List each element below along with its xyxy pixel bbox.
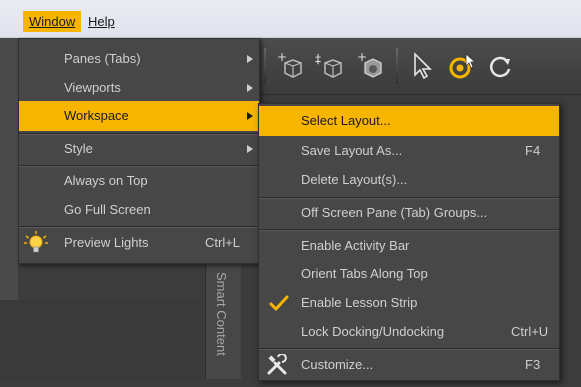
menu-help[interactable]: Help (82, 11, 121, 32)
menu-bar: Window Help (0, 0, 581, 38)
menu-item-orient-tabs-along-top[interactable]: Orient Tabs Along Top (259, 259, 559, 289)
menu-item-enable-lesson-strip[interactable]: Enable Lesson Strip (259, 288, 559, 318)
workspace-submenu: Select Layout... Save Layout As... F4 De… (258, 103, 560, 381)
menu-item-preview-lights[interactable]: Preview Lights Ctrl+L (19, 228, 259, 258)
menu-item-always-on-top[interactable]: Always on Top (19, 166, 259, 196)
menu-item-label: Go Full Screen (64, 202, 151, 217)
menu-item-label: Select Layout... (301, 113, 391, 128)
menu-window-label: Window (29, 14, 76, 29)
menu-window[interactable]: Window (23, 11, 82, 32)
rotate-tool-icon[interactable] (482, 48, 518, 84)
svg-text:+: + (357, 51, 367, 64)
menu-item-label: Orient Tabs Along Top (301, 266, 428, 281)
submenu-arrow-icon (247, 145, 253, 153)
menu-item-enable-activity-bar[interactable]: Enable Activity Bar (259, 231, 559, 261)
submenu-arrow-icon (247, 55, 253, 63)
menu-item-shortcut: F3 (525, 357, 541, 372)
menu-item-save-layout-as[interactable]: Save Layout As... F4 (259, 136, 559, 166)
add-multiple-nodes-icon[interactable]: ‡ (312, 48, 348, 84)
toolbar: + ‡ + (258, 38, 581, 95)
menu-item-label: Preview Lights (64, 235, 149, 250)
menu-item-label: Lock Docking/Undocking (301, 324, 445, 339)
bulb-icon (23, 230, 49, 256)
menu-help-label: Help (88, 14, 115, 29)
tools-icon (266, 353, 288, 376)
smart-content-tab[interactable]: Smart Content (205, 262, 241, 379)
menu-item-workspace[interactable]: Workspace (19, 101, 259, 131)
toolbar-separator (396, 48, 398, 84)
add-node-icon[interactable]: + (272, 48, 308, 84)
menu-item-select-layout[interactable]: Select Layout... (259, 106, 559, 136)
menu-item-lock-docking[interactable]: Lock Docking/Undocking Ctrl+U (259, 317, 559, 347)
menu-item-label: Panes (Tabs) (64, 51, 141, 66)
pointer-tool-icon[interactable] (404, 48, 440, 84)
menu-item-label: Enable Lesson Strip (301, 295, 418, 310)
menu-item-off-screen-pane-groups[interactable]: Off Screen Pane (Tab) Groups... (259, 198, 559, 228)
toolbar-separator (264, 48, 266, 84)
add-primitive-icon[interactable]: + (352, 48, 388, 84)
menu-item-shortcut: F4 (525, 143, 541, 158)
menu-item-label: Off Screen Pane (Tab) Groups... (301, 205, 488, 220)
menu-item-delete-layouts[interactable]: Delete Layout(s)... (259, 165, 559, 195)
menu-item-go-full-screen[interactable]: Go Full Screen (19, 195, 259, 225)
menu-item-label: Delete Layout(s)... (301, 172, 408, 187)
svg-text:‡: ‡ (315, 52, 321, 66)
menu-item-label: Workspace (64, 108, 129, 123)
menu-item-shortcut: Ctrl+U (511, 324, 549, 339)
smart-content-tab-label: Smart Content (214, 272, 229, 356)
menu-item-label: Customize... (301, 357, 374, 372)
checkmark-icon (269, 293, 289, 313)
menu-item-label: Style (64, 141, 93, 156)
menu-item-viewports[interactable]: Viewports (19, 73, 259, 103)
menu-item-label: Enable Activity Bar (301, 238, 410, 253)
menu-item-label: Save Layout As... (301, 143, 403, 158)
submenu-arrow-icon (247, 84, 253, 92)
menu-item-panes-tabs[interactable]: Panes (Tabs) (19, 44, 259, 74)
menu-item-shortcut: Ctrl+L (205, 235, 241, 250)
submenu-arrow-icon (247, 112, 253, 120)
menu-item-customize[interactable]: Customize... F3 (259, 350, 559, 380)
window-menu: Panes (Tabs) Viewports Workspace Style A… (18, 38, 260, 264)
lower-panel (0, 300, 230, 379)
menu-item-label: Viewports (64, 80, 121, 95)
menu-item-label: Always on Top (64, 173, 148, 188)
menu-item-style[interactable]: Style (19, 134, 259, 164)
universal-tool-icon[interactable] (444, 48, 480, 84)
